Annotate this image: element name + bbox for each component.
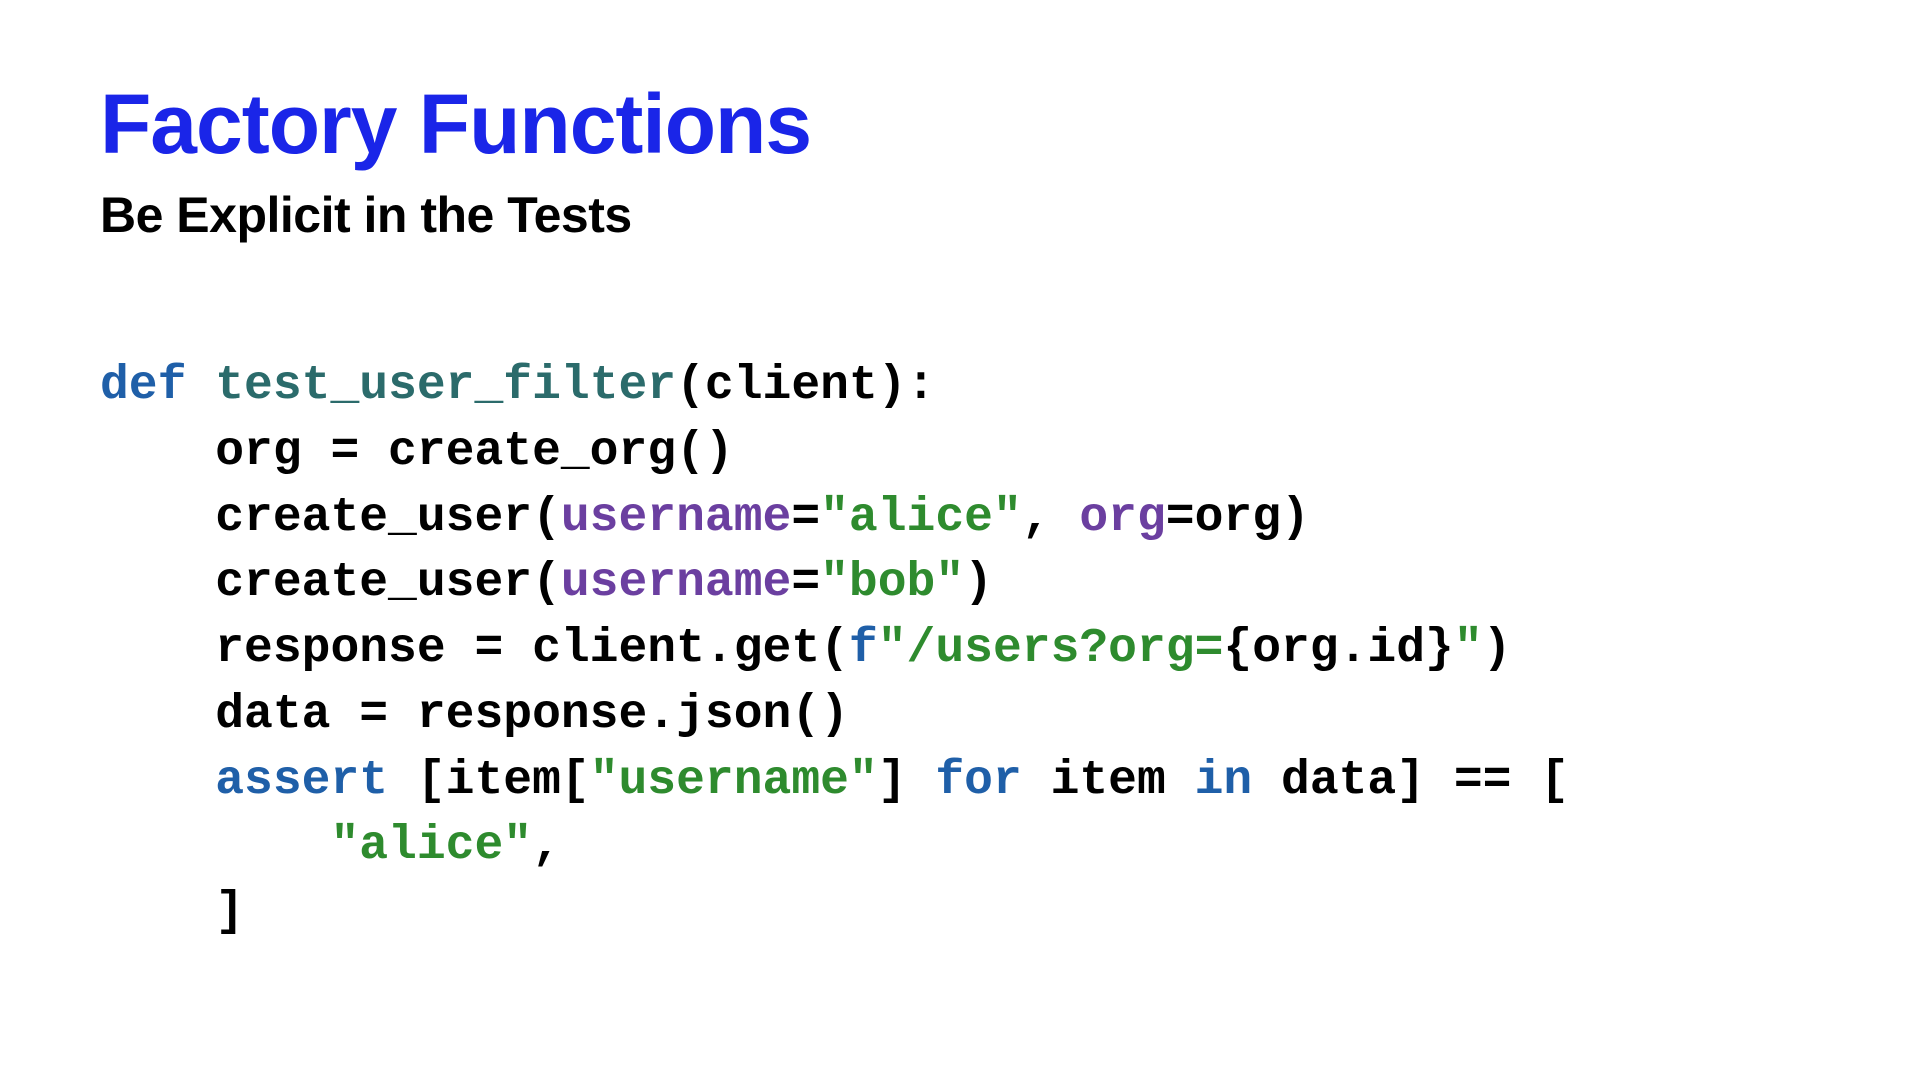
keyword-in: in — [1195, 754, 1253, 808]
param-org: org — [1079, 491, 1165, 545]
l7d: data] == [ — [1252, 754, 1569, 808]
string-alice-2: "alice" — [330, 819, 532, 873]
param-username-1: username — [561, 491, 791, 545]
eq-org: =org) — [1166, 491, 1310, 545]
fstring-prefix: f — [849, 622, 878, 676]
code-line-5a: response = client.get( — [100, 622, 849, 676]
l7a: [item[ — [388, 754, 590, 808]
code-line-3a: create_user( — [100, 491, 561, 545]
param-username-2: username — [561, 556, 791, 610]
l7c: item — [1022, 754, 1195, 808]
code-line-4a: create_user( — [100, 556, 561, 610]
comma-1: , — [1022, 491, 1080, 545]
eq-1: = — [791, 491, 820, 545]
function-name: test_user_filter — [215, 359, 676, 413]
slide-subtitle: Be Explicit in the Tests — [100, 186, 1820, 244]
l7b: ] — [878, 754, 936, 808]
fstring-open: "/users?org= — [878, 622, 1224, 676]
signature-rest: (client): — [676, 359, 935, 413]
code-line-9: ] — [100, 885, 244, 939]
paren-close-4: ) — [964, 556, 993, 610]
comma-8: , — [532, 819, 561, 873]
code-line-2: org = create_org() — [100, 425, 734, 479]
slide: Factory Functions Be Explicit in the Tes… — [0, 0, 1920, 1080]
slide-title: Factory Functions — [100, 80, 1820, 168]
keyword-for: for — [935, 754, 1021, 808]
string-bob: "bob" — [820, 556, 964, 610]
string-username-key: "username" — [590, 754, 878, 808]
code-line-6: data = response.json() — [100, 688, 849, 742]
string-alice-1: "alice" — [820, 491, 1022, 545]
indent-7 — [100, 754, 215, 808]
keyword-def: def — [100, 359, 186, 413]
paren-close-5: ) — [1483, 622, 1512, 676]
eq-2: = — [791, 556, 820, 610]
fstring-interp: {org.id} — [1223, 622, 1453, 676]
indent-8 — [100, 819, 330, 873]
keyword-assert: assert — [215, 754, 388, 808]
code-block: def test_user_filter(client): org = crea… — [100, 354, 1820, 946]
fstring-close: " — [1454, 622, 1483, 676]
